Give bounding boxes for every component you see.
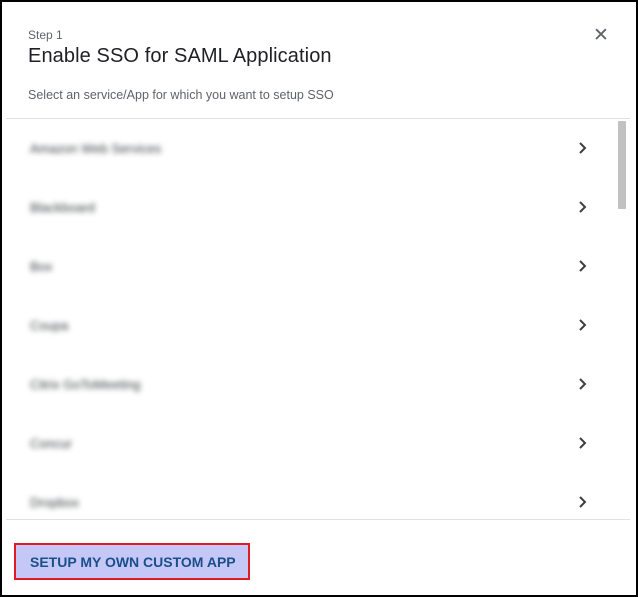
scrollbar-thumb[interactable] bbox=[618, 121, 626, 209]
app-list: Amazon Web Services Blackboard Box Coupa… bbox=[6, 119, 630, 519]
chevron-right-icon bbox=[579, 378, 587, 390]
list-item-label: Citrix GoToMeeting bbox=[30, 377, 141, 392]
list-item[interactable]: Blackboard bbox=[6, 178, 614, 237]
setup-custom-app-button[interactable]: SETUP MY OWN CUSTOM APP bbox=[14, 543, 250, 580]
chevron-right-icon bbox=[579, 437, 587, 449]
enable-sso-dialog: Step 1 Enable SSO for SAML Application ✕… bbox=[0, 0, 638, 597]
list-item[interactable]: Coupa bbox=[6, 296, 614, 355]
list-item-label: Box bbox=[30, 259, 53, 274]
list-item-label: Concur bbox=[30, 436, 72, 451]
list-item-label: Dropbox bbox=[30, 495, 80, 510]
list-item-label: Blackboard bbox=[30, 200, 96, 215]
list-item[interactable]: Box bbox=[6, 237, 614, 296]
chevron-right-icon bbox=[579, 319, 587, 331]
chevron-right-icon bbox=[579, 496, 587, 508]
list-item[interactable]: Concur bbox=[6, 414, 614, 473]
dialog-subtitle: Select an service/App for which you want… bbox=[28, 88, 334, 102]
step-label: Step 1 bbox=[28, 28, 63, 42]
chevron-right-icon bbox=[579, 260, 587, 272]
list-item-label: Coupa bbox=[30, 318, 69, 333]
chevron-right-icon bbox=[579, 142, 587, 154]
list-item[interactable]: Amazon Web Services bbox=[6, 119, 614, 178]
list-item[interactable]: Dropbox bbox=[6, 473, 614, 519]
divider bbox=[6, 519, 630, 520]
setup-custom-app-label: SETUP MY OWN CUSTOM APP bbox=[30, 554, 236, 570]
chevron-right-icon bbox=[579, 201, 587, 213]
list-item[interactable]: Citrix GoToMeeting bbox=[6, 355, 614, 414]
close-icon[interactable]: ✕ bbox=[592, 26, 610, 46]
dialog-title: Enable SSO for SAML Application bbox=[28, 45, 332, 67]
list-item-label: Amazon Web Services bbox=[30, 141, 162, 156]
